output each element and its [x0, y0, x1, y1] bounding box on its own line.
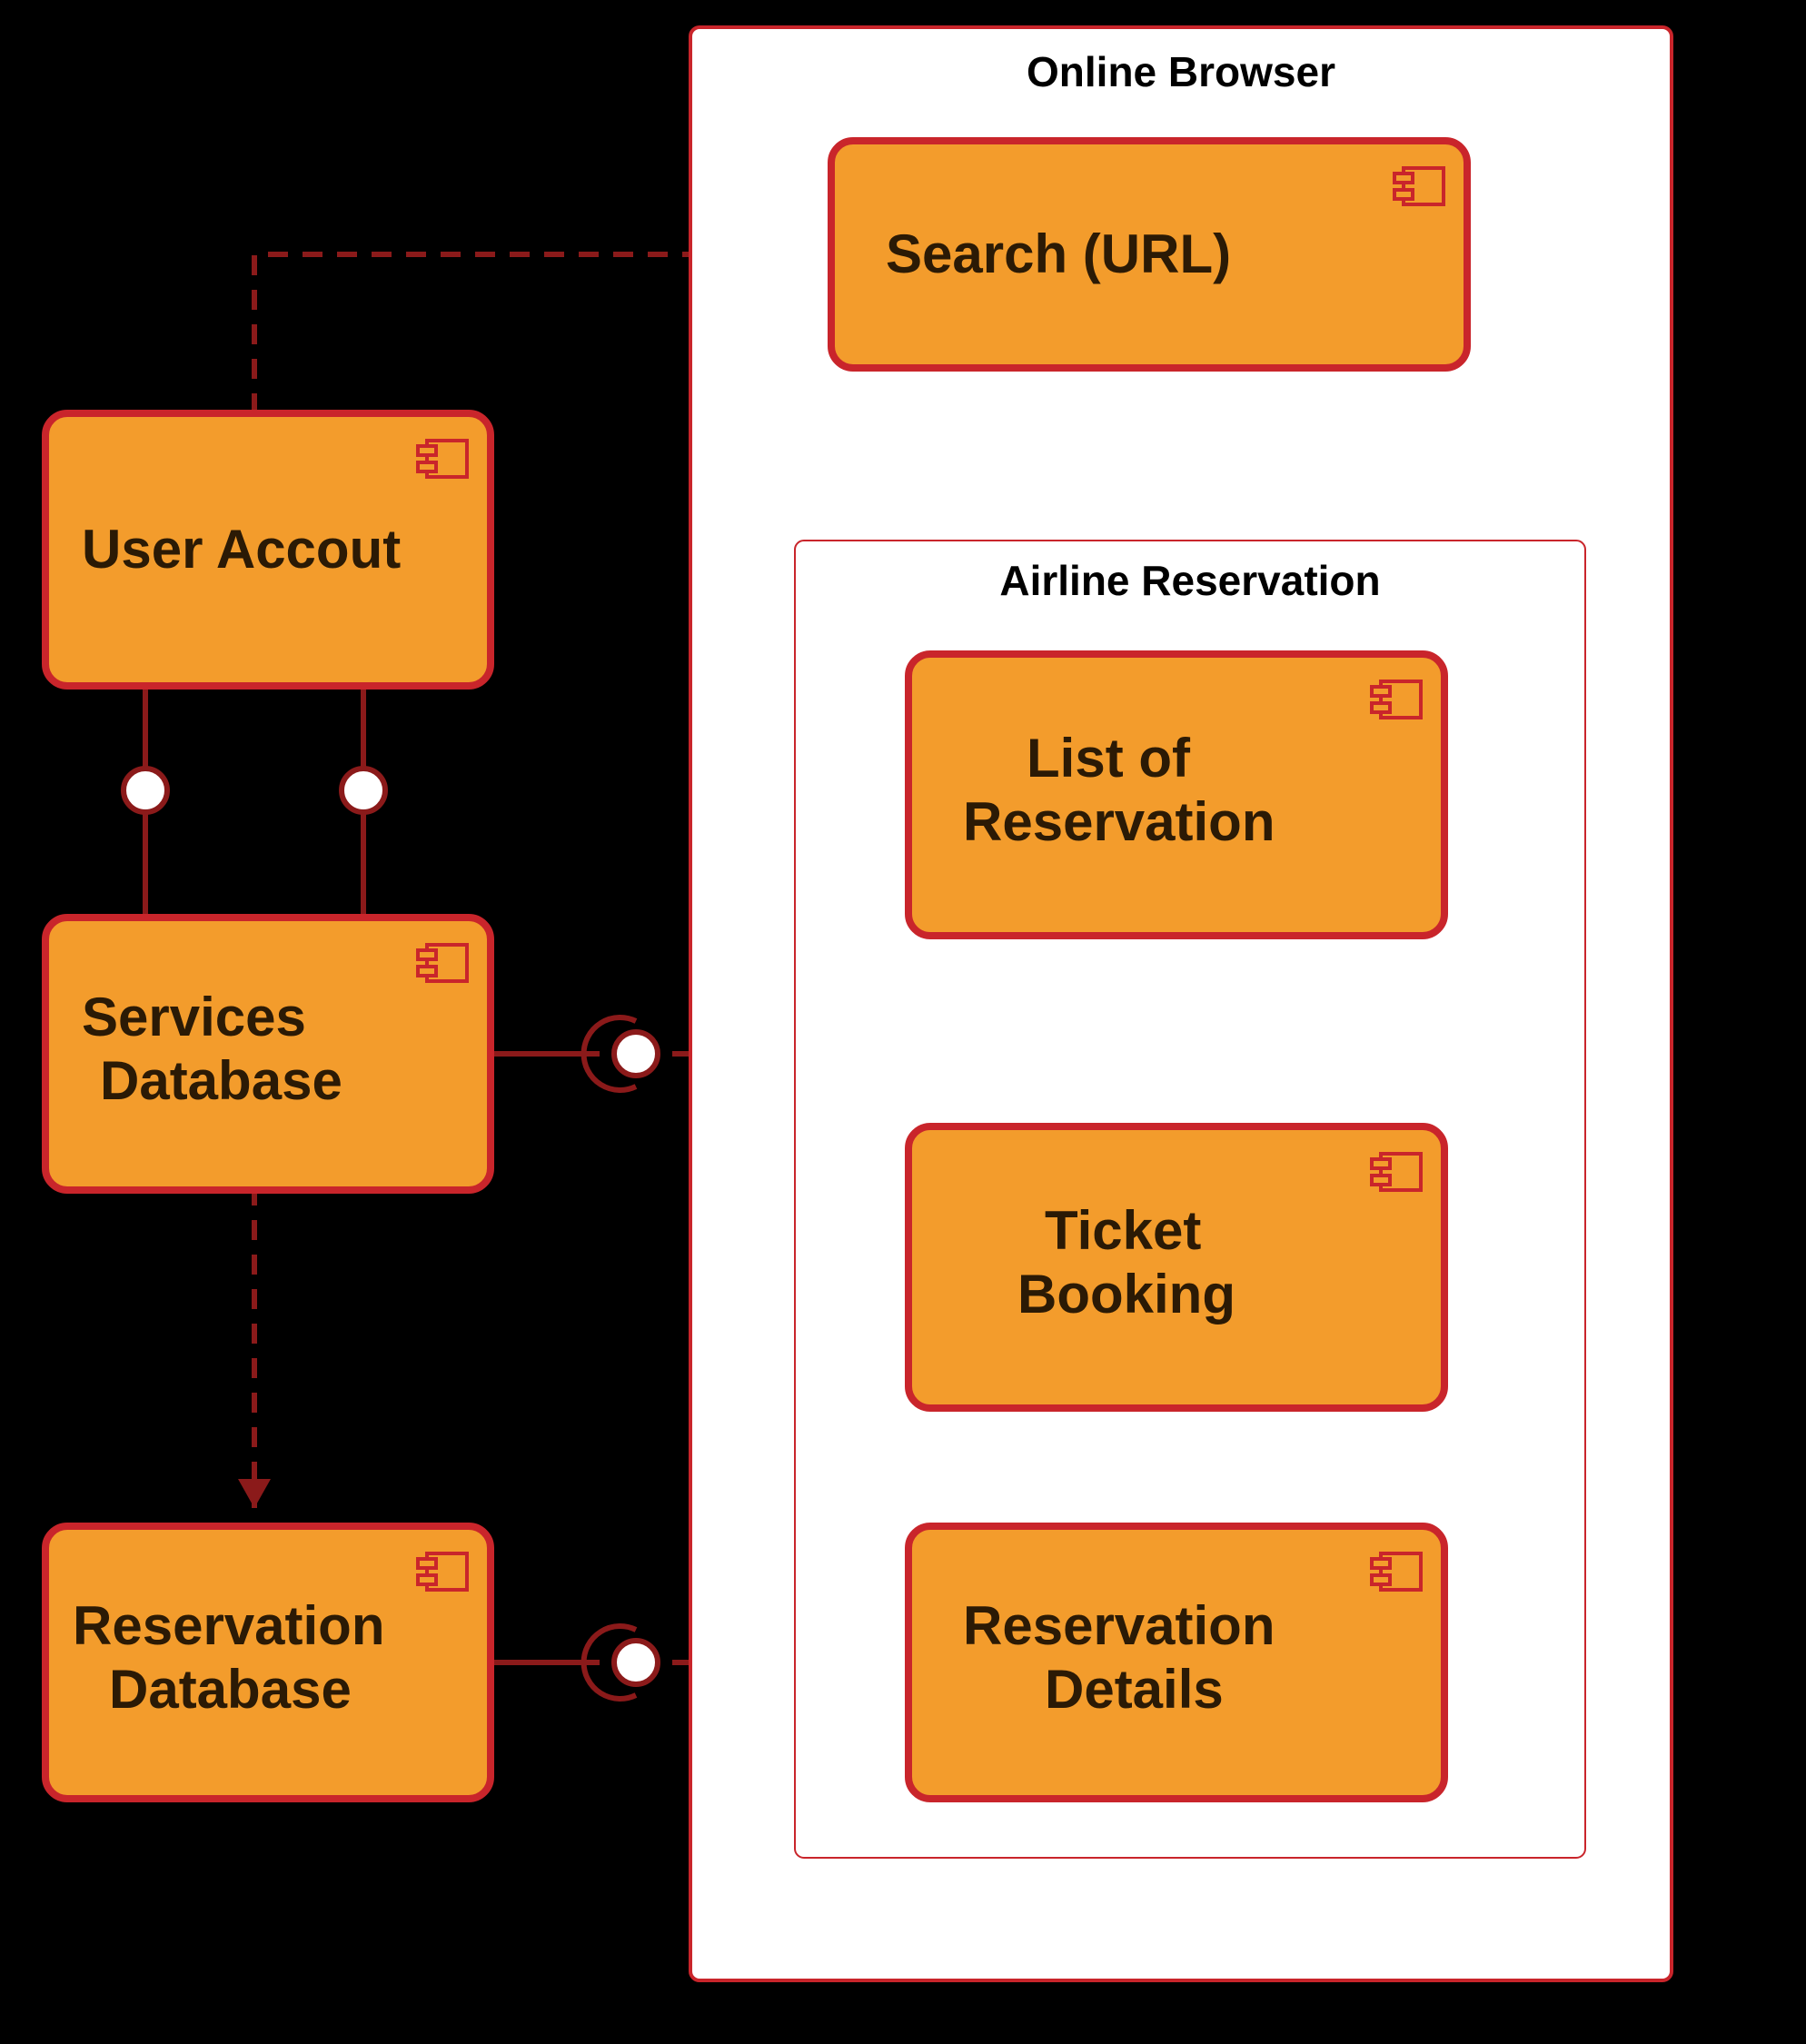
interface-user-services-right	[342, 686, 385, 918]
component-label-2: Booking	[1017, 1264, 1235, 1325]
frame-airline-reservation-title: Airline Reservation	[999, 557, 1380, 604]
interface-user-services-left	[124, 686, 167, 918]
component-label-1: Ticket	[1045, 1200, 1201, 1261]
component-services-database: Services Database	[45, 918, 491, 1190]
component-reservation-details: Reservation Details	[908, 1526, 1444, 1799]
frame-online-browser-title: Online Browser	[1027, 48, 1335, 95]
component-label-2: Database	[109, 1659, 352, 1720]
component-label-1: Reservation	[73, 1595, 384, 1656]
component-label: User Accout	[82, 519, 401, 580]
component-label-2: Database	[100, 1050, 342, 1111]
component-label-1: Reservation	[963, 1595, 1275, 1656]
component-list-of-reservation: List of Reservation	[908, 654, 1444, 936]
component-label: Search (URL)	[886, 223, 1231, 284]
component-label-2: Details	[1045, 1659, 1224, 1720]
component-label-2: Reservation	[963, 791, 1275, 852]
diagram-canvas: Online Browser Airline Reservation User …	[0, 0, 1806, 2044]
component-reservation-database: Reservation Database	[45, 1526, 491, 1799]
connector-services-to-reservation	[238, 1186, 271, 1508]
component-user-account: User Accout	[45, 413, 491, 686]
component-label-1: List of	[1027, 728, 1191, 789]
component-ticket-booking: Ticket Booking	[908, 1126, 1444, 1408]
component-search-url: Search (URL)	[831, 141, 1467, 368]
component-label-1: Services	[82, 987, 306, 1047]
